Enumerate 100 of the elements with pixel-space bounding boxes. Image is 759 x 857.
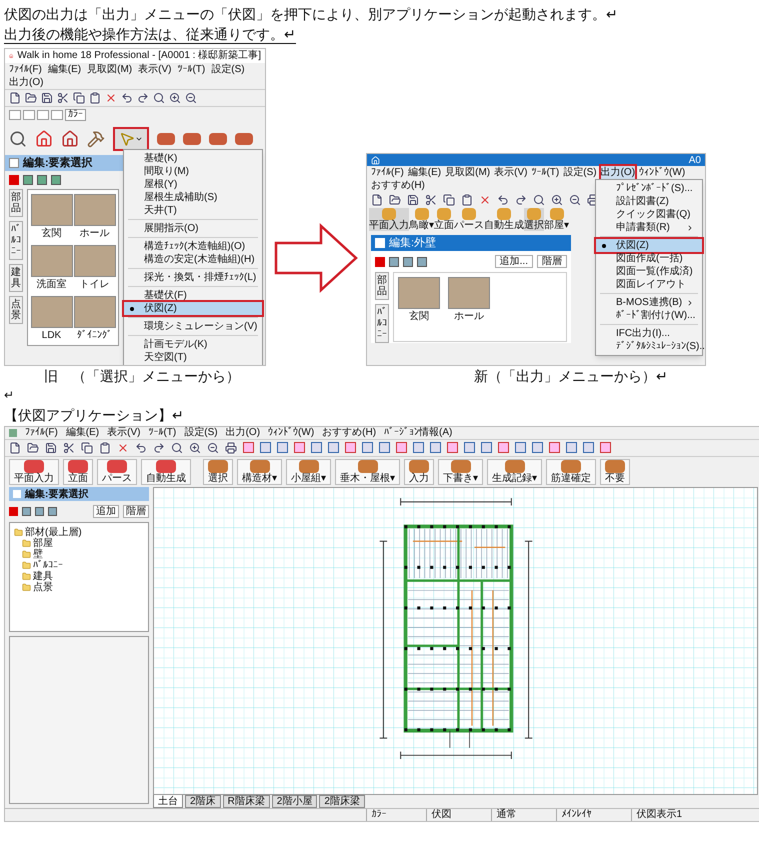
menu-bar-item[interactable]: ﾂｰﾙ(T) — [531, 166, 560, 179]
tree-item[interactable]: 点景 — [33, 582, 53, 593]
menu-item[interactable]: クイック図書(Q) — [596, 208, 702, 221]
menu-bar-item[interactable]: ｳｨﾝﾄﾞｳ(W) — [268, 427, 314, 439]
tool-button[interactable]: 生成記録▾ — [487, 459, 542, 485]
copy-icon[interactable] — [443, 194, 455, 206]
tool-button[interactable]: 鳥瞰▾ — [409, 208, 434, 231]
menu-bar-item[interactable]: ﾂｰﾙ(T) — [148, 427, 176, 439]
menu-bar-item[interactable]: 表示(V) — [494, 166, 528, 179]
floor-tab[interactable]: 2階床 — [185, 795, 221, 808]
scissors-icon[interactable] — [425, 194, 437, 206]
tool-button[interactable]: 入力 — [404, 459, 434, 485]
tree-item[interactable]: 部材(最上層) — [25, 527, 82, 538]
toolbar-icon[interactable] — [498, 442, 509, 453]
toolbar-icon[interactable] — [277, 442, 288, 453]
menu-bar-item[interactable]: 編集(E) — [48, 63, 82, 76]
mode-tab-icon[interactable] — [51, 110, 63, 120]
menu-bar-item[interactable]: ﾊﾞｰｼﾞｮﾝ情報(A) — [384, 427, 452, 439]
menu-item[interactable]: IFC出力(I)... — [596, 327, 702, 340]
menu-item[interactable]: 屋根生成補助(S) — [124, 191, 262, 204]
tool-button[interactable]: 立面 — [63, 459, 93, 485]
zoom-in-icon[interactable] — [189, 442, 201, 454]
floor-tab[interactable]: 2階小屋 — [272, 795, 318, 808]
menu-item[interactable]: 図面レイアウト — [596, 278, 702, 291]
toolbar-icon[interactable] — [396, 442, 407, 453]
clipboard-icon[interactable] — [89, 92, 101, 104]
toolbar-icon[interactable] — [532, 442, 543, 453]
new-file-icon[interactable] — [9, 442, 21, 454]
toolbar-icon[interactable] — [362, 442, 373, 453]
menu-item[interactable]: 伏図(Z) — [124, 302, 262, 315]
close-icon[interactable] — [117, 442, 129, 454]
clipboard-icon[interactable] — [99, 442, 111, 454]
tool-button[interactable]: 小屋組▾ — [286, 459, 331, 485]
tool-button[interactable]: 部屋▾ — [544, 208, 569, 231]
menu-bar-item[interactable]: 設定(S) — [563, 166, 597, 179]
side-tab[interactable]: 部品 — [9, 189, 23, 217]
search-icon[interactable] — [533, 194, 545, 206]
toolbar-icon[interactable] — [464, 442, 475, 453]
folder-icon[interactable] — [25, 92, 37, 104]
tool-button[interactable]: 選択 — [524, 208, 544, 231]
panel-button[interactable]: 追加 — [93, 505, 119, 518]
tool-button[interactable]: パース — [454, 208, 484, 231]
toolbar-icon[interactable] — [481, 442, 492, 453]
menu-bar-item[interactable]: ﾌｧｲﾙ(F) — [9, 63, 42, 76]
side-tab[interactable]: ﾊﾞﾙｺﾆｰ — [375, 304, 389, 343]
save-icon[interactable] — [45, 442, 57, 454]
tool-button[interactable]: 垂木・屋根▾ — [335, 459, 400, 485]
toolbar-icon[interactable] — [583, 442, 594, 453]
tool-button[interactable]: 下書き▾ — [438, 459, 483, 485]
tool-button[interactable]: 立面 — [434, 208, 454, 231]
menu-item[interactable]: 展開指示(O) — [124, 222, 262, 235]
folder-icon[interactable] — [27, 442, 39, 454]
tool-button[interactable]: 構造材▾ — [237, 459, 282, 485]
menu-item[interactable]: 基礎(K) — [124, 152, 262, 165]
toolbar-icon[interactable] — [243, 442, 254, 453]
panel-button[interactable]: 階層 — [123, 505, 149, 518]
menu-bar-item[interactable]: ﾌｧｲﾙ(F) — [25, 427, 58, 439]
tool-button[interactable]: 自動生成 — [484, 208, 524, 231]
copy-icon[interactable] — [73, 92, 85, 104]
close-icon[interactable] — [105, 92, 117, 104]
toolbar-icon[interactable] — [430, 442, 441, 453]
zoom-in-icon[interactable] — [169, 92, 181, 104]
menu-bar-item[interactable]: おすすめ(H) — [371, 179, 425, 192]
menu-bar-item[interactable]: 設定(S) — [184, 427, 218, 439]
menu-item[interactable]: 設計図書(Z) — [596, 195, 702, 208]
scissors-icon[interactable] — [63, 442, 75, 454]
scissors-icon[interactable] — [57, 92, 69, 104]
toolbar-icon[interactable] — [600, 442, 611, 453]
menu-bar-item[interactable]: 編集(E) — [408, 166, 442, 179]
menu-item[interactable]: 図面作成(一括) — [596, 252, 702, 265]
toolbar-icon[interactable] — [311, 442, 322, 453]
redo-icon[interactable] — [137, 92, 149, 104]
menu-item[interactable]: 屋根(Y) — [124, 178, 262, 191]
menu-bar-item[interactable]: ﾂｰﾙ(T) — [177, 63, 206, 76]
toolbar-icon[interactable] — [549, 442, 560, 453]
undo-icon[interactable] — [135, 442, 147, 454]
zoom-out-icon[interactable] — [207, 442, 219, 454]
menu-bar-item[interactable]: 設定(S) — [211, 63, 245, 76]
tool-button[interactable]: 選択 — [203, 459, 233, 485]
tree-item[interactable]: ﾊﾞﾙｺﾆｰ — [33, 560, 63, 571]
zoom-out-icon[interactable] — [569, 194, 581, 206]
menu-bar-item[interactable]: 出力(O) — [226, 427, 260, 439]
side-tab[interactable]: 点景 — [9, 296, 23, 324]
toolbar-icon[interactable] — [328, 442, 339, 453]
menu-bar-item[interactable]: ｳｨﾝﾄﾞｳ(W) — [639, 166, 686, 179]
copy-icon[interactable] — [81, 442, 93, 454]
tool-button[interactable]: 平面入力 — [369, 208, 409, 231]
mode-tab[interactable]: ｶﾗｰ — [65, 109, 86, 121]
mode-tab-icon[interactable] — [37, 110, 49, 120]
menu-item[interactable]: ﾎﾞｰﾄﾞ割付け(W)... — [596, 309, 702, 322]
tool-button[interactable]: パース — [97, 459, 137, 485]
panel-button[interactable]: 階層 — [537, 255, 567, 268]
menu-item[interactable]: 天井(T) — [124, 204, 262, 217]
menu-item[interactable]: 計画モデル(K) — [124, 338, 262, 351]
menu-item[interactable]: 基礎伏(F) — [124, 289, 262, 302]
menu-bar-item[interactable]: 表示(V) — [107, 427, 140, 439]
menu-item[interactable]: 環境シミュレーション(V) — [124, 320, 262, 333]
tool-button[interactable]: 平面入力 — [9, 459, 59, 485]
toolbar-icon[interactable] — [379, 442, 390, 453]
menu-item[interactable]: 天空図(T) — [124, 351, 262, 364]
